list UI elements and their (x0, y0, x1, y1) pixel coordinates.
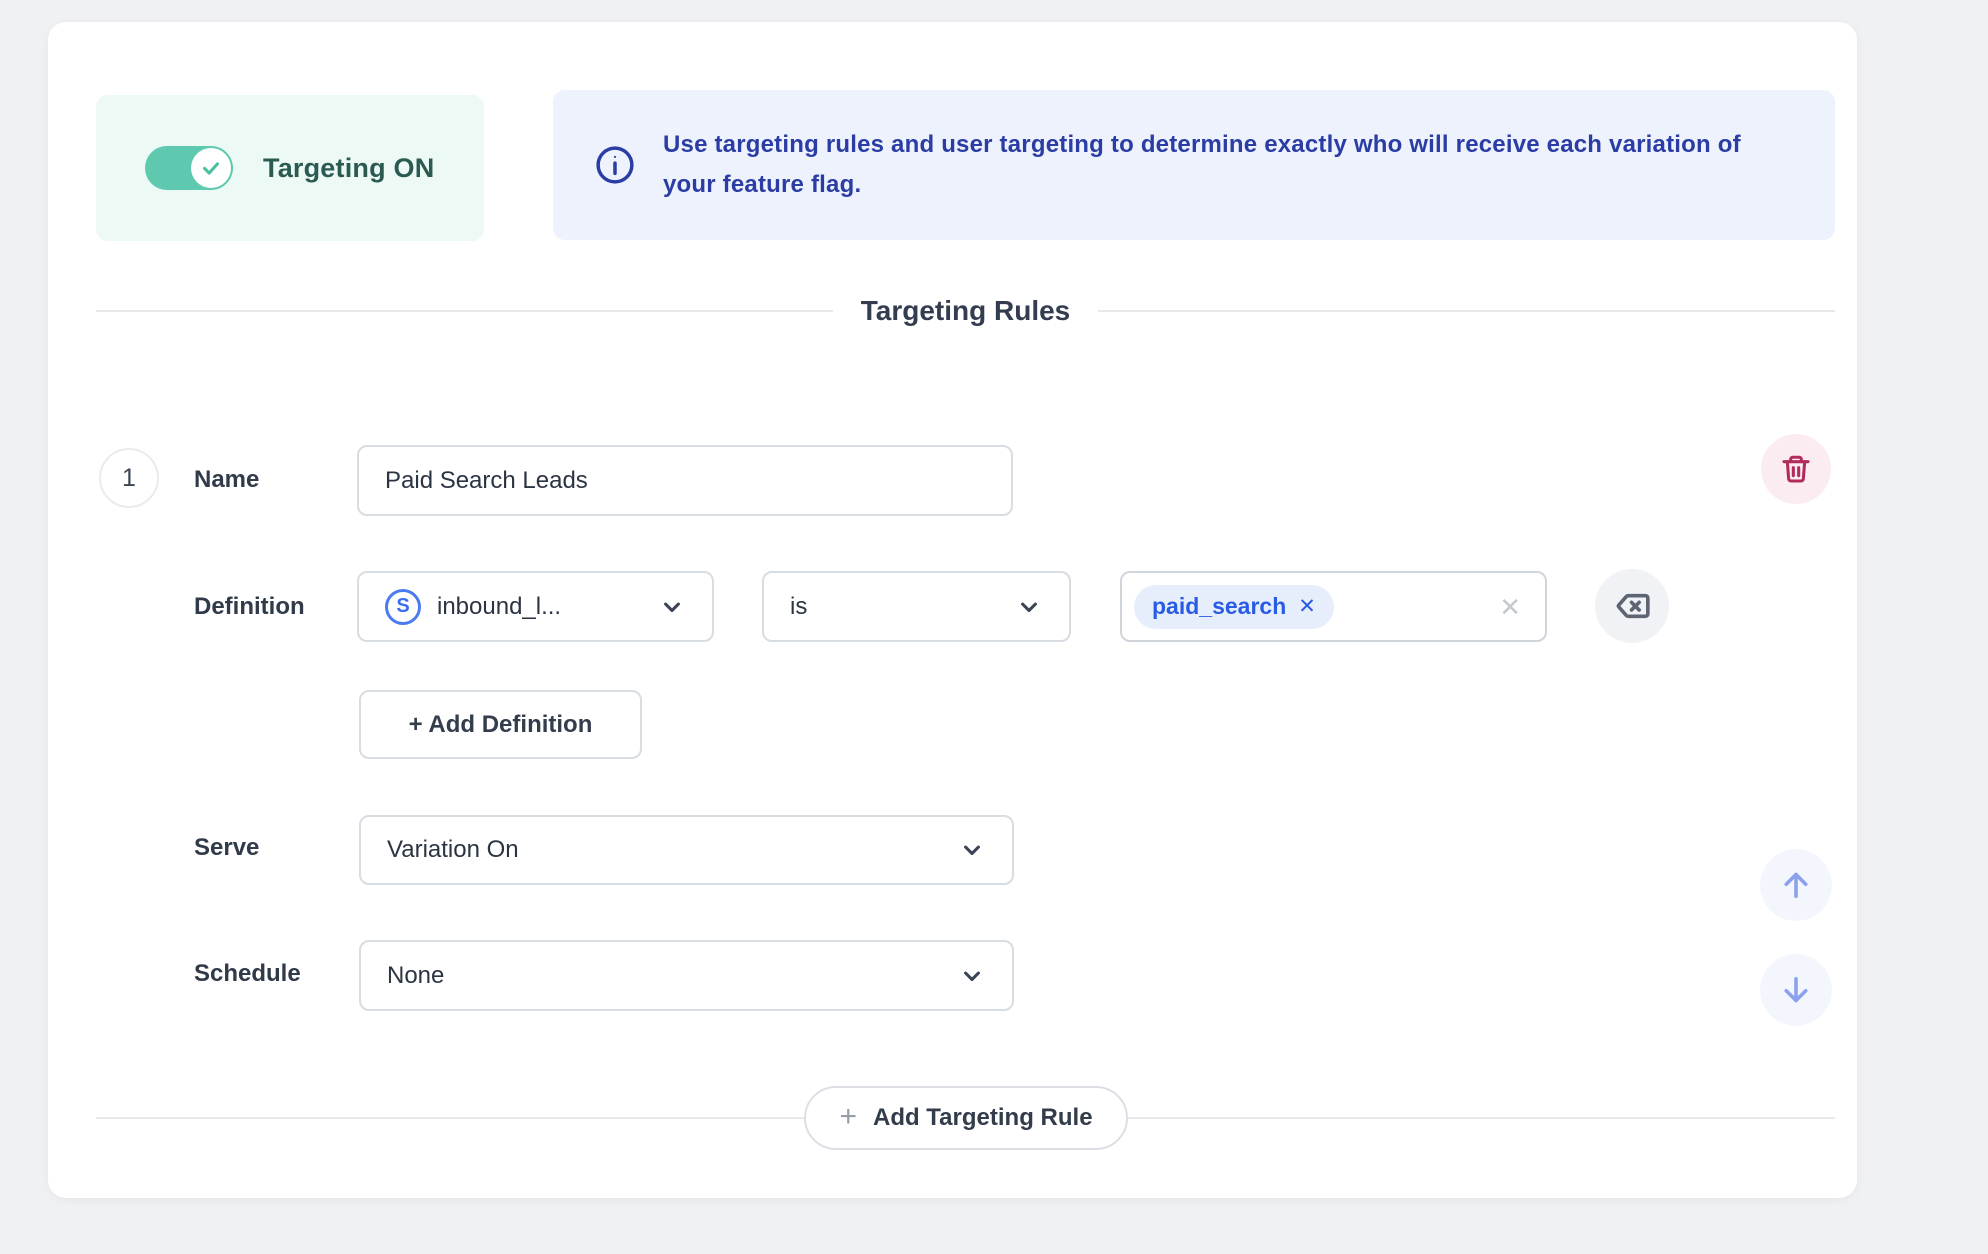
chevron-down-icon (1015, 593, 1043, 621)
definition-label: Definition (194, 593, 305, 621)
plus-icon: + (839, 1102, 857, 1132)
schedule-label: Schedule (194, 960, 301, 988)
info-icon (593, 143, 637, 187)
targeting-status-box: Targeting ON (96, 95, 484, 241)
arrow-up-icon (1778, 867, 1814, 903)
section-title: Targeting Rules (861, 295, 1071, 327)
section-heading: Targeting Rules (96, 286, 1835, 336)
add-targeting-rule-button[interactable]: + Add Targeting Rule (804, 1086, 1128, 1150)
clear-values-icon[interactable]: ✕ (1499, 594, 1521, 620)
toggle-knob (191, 148, 231, 188)
rule-index-badge: 1 (99, 448, 159, 508)
value-input[interactable]: paid_search ✕ ✕ (1120, 571, 1547, 642)
serve-label: Serve (194, 834, 259, 862)
check-icon (200, 157, 222, 179)
targeting-card: Targeting ON Use targeting rules and use… (48, 22, 1857, 1198)
info-banner: Use targeting rules and user targeting t… (553, 90, 1835, 240)
schedule-selected-value: None (387, 962, 444, 990)
schedule-dropdown[interactable]: None (359, 940, 1014, 1011)
targeting-status-label: Targeting ON (263, 153, 434, 184)
divider-line (1098, 310, 1835, 312)
rule-name-input[interactable] (357, 445, 1013, 516)
chevron-down-icon (658, 593, 686, 621)
divider-line (96, 310, 833, 312)
backspace-icon (1613, 587, 1651, 625)
trash-icon (1780, 453, 1812, 485)
chip-remove-icon[interactable]: ✕ (1298, 596, 1316, 617)
move-rule-up-button[interactable] (1760, 849, 1832, 921)
property-selected-value: inbound_l... (437, 593, 561, 621)
chevron-down-icon (958, 836, 986, 864)
serve-dropdown[interactable]: Variation On (359, 815, 1014, 885)
serve-selected-value: Variation On (387, 836, 519, 864)
banner-text: Use targeting rules and user targeting t… (663, 125, 1775, 205)
name-label: Name (194, 466, 259, 494)
arrow-down-icon (1778, 972, 1814, 1008)
operator-selected-value: is (790, 593, 807, 621)
chevron-down-icon (958, 962, 986, 990)
value-chip-label: paid_search (1152, 593, 1286, 620)
operator-dropdown[interactable]: is (762, 571, 1071, 642)
add-definition-button[interactable]: + Add Definition (359, 690, 642, 759)
add-targeting-rule-label: Add Targeting Rule (873, 1104, 1093, 1132)
value-chip: paid_search ✕ (1134, 585, 1334, 629)
string-type-icon: S (385, 589, 421, 625)
property-dropdown[interactable]: S inbound_l... (357, 571, 714, 642)
backspace-button[interactable] (1595, 569, 1669, 643)
move-rule-down-button[interactable] (1760, 954, 1832, 1026)
delete-rule-button[interactable] (1761, 434, 1831, 504)
targeting-toggle[interactable] (145, 146, 233, 190)
